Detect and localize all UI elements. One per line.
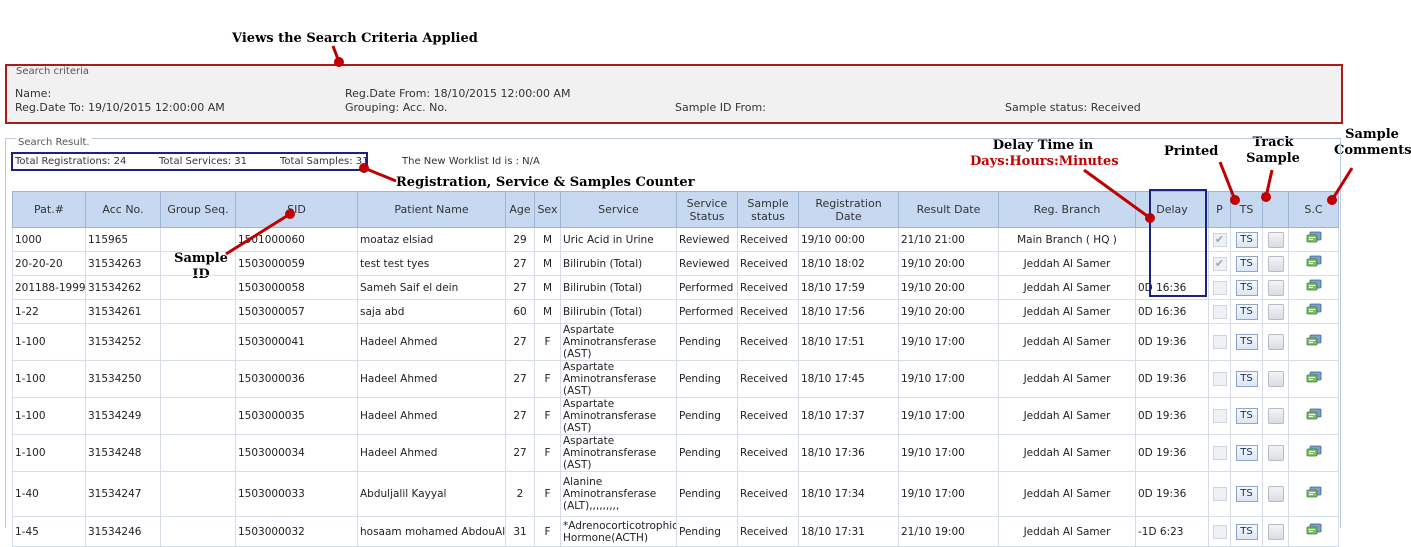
cell-result-date: 21/10 19:00 xyxy=(898,516,999,547)
comment-icon[interactable] xyxy=(1306,523,1322,540)
arrow-counter-head xyxy=(359,163,369,173)
arrow-counter xyxy=(363,166,397,183)
cell-acc: 31534246 xyxy=(85,516,161,547)
table-row[interactable]: 1-45 31534246 1503000032 hosaam mohamed Abd… xyxy=(12,516,1339,547)
annotation-arrows xyxy=(225,45,1354,256)
arrow-track-sample-head xyxy=(1261,192,1271,202)
cell-patient-name: hosaam mohamed AbdouAlla xyxy=(357,516,506,547)
cell-sample-status: Received xyxy=(737,516,799,547)
arrow-printed xyxy=(1218,161,1237,201)
cell-service: *Adrenocorticotrophic Hormone(ACTH) xyxy=(560,516,677,547)
arrow-sample-id xyxy=(225,212,291,256)
cell-sample-comments xyxy=(1288,516,1339,547)
cell-sid: 1503000032 xyxy=(235,516,358,547)
cell-pat: 1-45 xyxy=(12,516,86,547)
arrow-sample-id-head xyxy=(285,209,295,219)
arrow-delay-head xyxy=(1145,213,1155,223)
cell-group-seq xyxy=(160,516,236,547)
arrow-printed-head xyxy=(1230,195,1240,205)
arrow-sample-comments-head xyxy=(1327,195,1337,205)
printed-checkbox[interactable] xyxy=(1212,524,1227,539)
cell-reg-branch: Jeddah Al Samer xyxy=(998,516,1136,547)
cell-age: 31 xyxy=(505,516,535,547)
track-sample-button[interactable]: TS xyxy=(1235,523,1258,540)
arrow-delay xyxy=(1083,168,1151,220)
cell-select xyxy=(1262,516,1289,547)
cell-service-status: Pending xyxy=(676,516,738,547)
cell-printed xyxy=(1208,516,1231,547)
cell-ts: TS xyxy=(1230,516,1263,547)
arrow-sample-comments xyxy=(1330,167,1354,201)
cell-registration-date: 18/10 17:31 xyxy=(798,516,899,547)
cell-sex: F xyxy=(534,516,561,547)
cell-delay: -1D 6:23 xyxy=(1135,516,1209,547)
arrow-search-criteria-head xyxy=(334,57,344,67)
select-button[interactable] xyxy=(1267,523,1284,540)
